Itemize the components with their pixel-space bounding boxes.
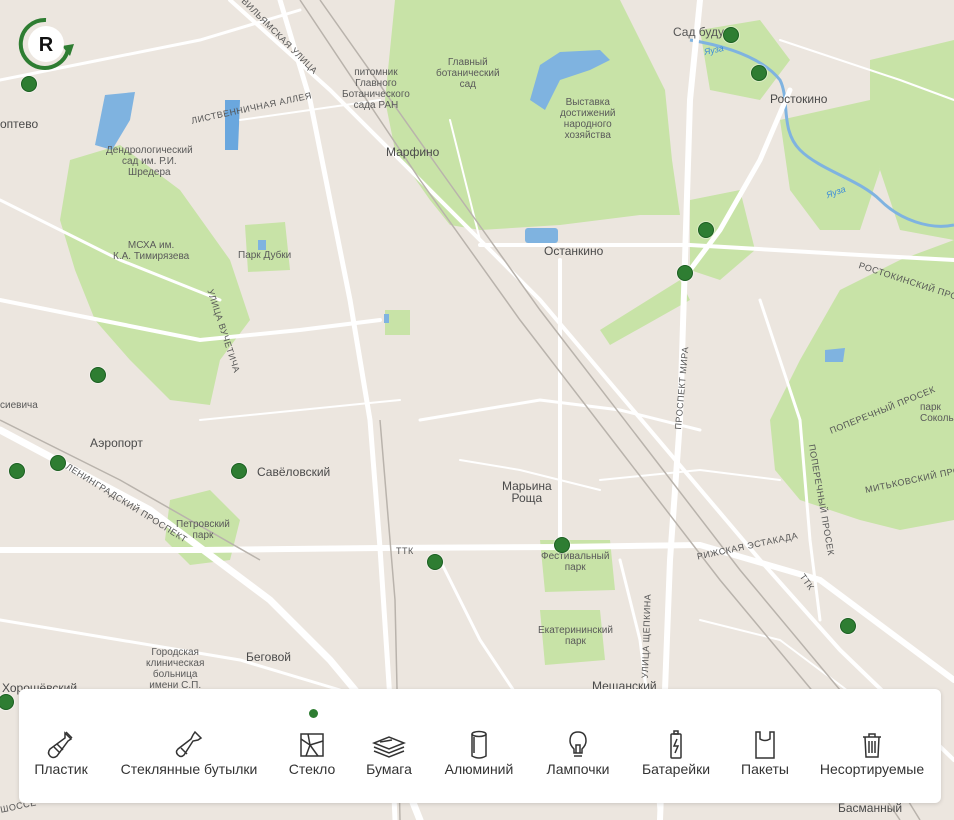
label-begovoy: Беговой — [246, 650, 291, 664]
label-park-dubki: Парк Дубки — [238, 250, 292, 261]
label-vystavka: Выставка достижений народного хозяйства — [560, 97, 616, 141]
category-lightbulbs[interactable]: Лампочки — [540, 729, 616, 785]
pond-small — [384, 314, 389, 323]
category-glass-bottles[interactable]: Стеклянные бутылки — [119, 729, 259, 785]
category-label: Пакеты — [741, 761, 789, 777]
category-batteries[interactable]: Батарейки — [638, 729, 714, 785]
label-ekaterininsky-park: Екатерининский парк — [538, 625, 613, 647]
label-mskha: МСХА им. К.А. Тимирязева — [113, 240, 190, 262]
category-label: Пластик — [34, 761, 88, 777]
recycling-marker[interactable] — [21, 76, 37, 92]
category-label: Лампочки — [546, 761, 610, 777]
plastic-bag-icon — [755, 731, 775, 759]
botanical-garden-park — [385, 0, 680, 230]
logo-letter: R — [39, 34, 54, 56]
category-paper[interactable]: Бумага — [361, 729, 417, 785]
trash-can-icon — [863, 733, 881, 758]
recycling-marker[interactable] — [698, 222, 714, 238]
label-basmanny: Басманный — [838, 801, 903, 815]
label-savelovsky: Савёловский — [257, 465, 331, 479]
label-park-sokolniki: парк Сокольни — [920, 402, 954, 424]
recycling-marker[interactable] — [427, 554, 443, 570]
recycling-marker[interactable] — [90, 367, 106, 383]
category-label: Стеклянные бутылки — [120, 761, 258, 777]
street-ttk1: ТТК — [396, 546, 414, 556]
category-plastic[interactable]: Пластик — [33, 729, 89, 785]
category-label: Стекло — [288, 761, 336, 777]
category-unsorted[interactable]: Несортируемые — [817, 729, 927, 785]
pond-sokolniki — [825, 348, 845, 362]
category-label: Несортируемые — [819, 761, 925, 777]
label-gorodskaya-bolnitsa: Городская клиническая больница имени С.П… — [146, 647, 205, 691]
category-bags[interactable]: Пакеты — [735, 729, 795, 785]
label-timiryazevich: сиевича — [0, 400, 38, 411]
category-glass[interactable]: Стекло — [285, 729, 339, 785]
label-dendrolog: Дендрологический сад им. Р.И. Шредера — [106, 145, 193, 178]
category-aluminum[interactable]: Алюминий — [439, 729, 519, 785]
label-glavny-bot-sad: Главный ботанический сад — [436, 57, 500, 90]
recycling-marker[interactable] — [723, 27, 739, 43]
recycling-marker[interactable] — [554, 537, 570, 553]
lightbulb-icon — [569, 731, 587, 757]
label-ostankino: Останкино — [544, 244, 604, 258]
recycling-marker[interactable] — [840, 618, 856, 634]
recycling-marker[interactable] — [677, 265, 693, 281]
glass-bottle-icon — [175, 730, 203, 758]
category-panel: Пластик Стеклянные бутылки Стекло Бумага… — [19, 689, 941, 803]
recycling-marker[interactable] — [231, 463, 247, 479]
battery-icon — [670, 730, 682, 759]
broken-glass-icon — [300, 733, 324, 757]
label-aeroport: Аэропорт — [90, 436, 143, 450]
recycling-marker[interactable] — [50, 455, 66, 471]
aluminum-can-icon — [471, 730, 487, 759]
plastic-bottle-icon — [47, 731, 73, 759]
park-dubki — [245, 222, 290, 272]
label-marfino: Марфино — [386, 145, 440, 159]
selected-indicator-dot — [309, 709, 318, 718]
category-label: Батарейки — [641, 761, 711, 777]
recycling-marker[interactable] — [9, 463, 25, 479]
pond-dubki — [258, 240, 266, 250]
label-pitomnik: питомник Главного Ботанического сада РАН — [342, 67, 410, 111]
pond-ostankino — [525, 228, 558, 243]
category-label: Бумага — [366, 761, 412, 777]
label-koptevo: оптево — [0, 117, 39, 131]
category-label: Алюминий — [444, 761, 514, 777]
recycling-marker[interactable] — [751, 65, 767, 81]
label-festivalny-park: Фестивальный парк — [541, 551, 610, 573]
recycle-logo[interactable]: R — [18, 16, 74, 72]
label-maryina-roshcha: Марьина Роща — [502, 479, 552, 505]
recycle-logo-icon: R — [18, 17, 74, 70]
label-rostokino: Ростокино — [770, 92, 828, 106]
paper-stack-icon — [372, 736, 406, 758]
